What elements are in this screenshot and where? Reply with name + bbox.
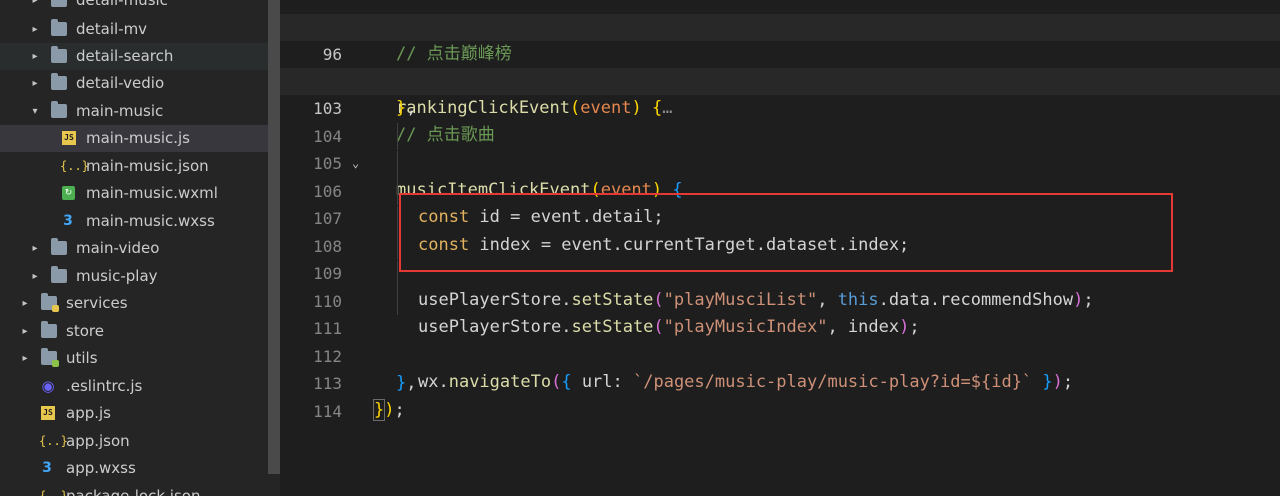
chevron-right-icon: ▸: [22, 298, 28, 309]
chevron-right-icon: ▸: [32, 271, 38, 282]
indent-guide: [397, 123, 398, 150]
json-file-icon: {..}: [39, 434, 68, 448]
chevron-right-icon: ▸: [32, 24, 38, 35]
tree-item-label: app.wxss: [66, 459, 136, 477]
tree-item-label: detail-music: [76, 0, 168, 9]
tree-item-label: music-play: [76, 267, 158, 285]
css-file-icon: 3: [42, 460, 52, 476]
tree-item-label: app.json: [66, 432, 130, 450]
highlight-annotation-box: [399, 193, 1173, 272]
wxml-file-icon: ↻: [62, 186, 75, 200]
tree-item-label: main-video: [76, 239, 160, 257]
json-file-icon: {..}: [39, 489, 68, 496]
tree-item-detail-music[interactable]: ▸ detail-music: [0, 0, 268, 14]
chevron-down-icon: ▾: [32, 106, 38, 117]
services-badge-icon: [52, 305, 59, 312]
tree-item-app-wxss[interactable]: 3 app.wxss: [0, 455, 268, 482]
tree-item-label: main-music.wxml: [86, 184, 218, 202]
css-file-icon: 3: [63, 213, 73, 229]
code-line: 96 › rankingClickEvent(event) {…: [280, 14, 1280, 118]
tree-item-store[interactable]: ▸ store: [0, 318, 268, 345]
punc-token: ;: [394, 400, 405, 420]
tree-item-label: detail-vedio: [76, 74, 165, 92]
indent-guide: [397, 151, 398, 178]
bracket-token: }: [372, 399, 386, 421]
indent-guide: [397, 206, 398, 233]
code-line-current: 103 // 点击歌曲: [280, 68, 1280, 145]
tree-item-label: app.js: [66, 404, 111, 422]
code-line: 114: [280, 371, 1280, 421]
folder-icon: [51, 266, 67, 283]
indent-guide: [397, 233, 398, 260]
bracket-token: ): [384, 400, 395, 420]
tree-item-detail-mv[interactable]: ▸ detail-mv: [0, 16, 268, 43]
code-text: });: [372, 397, 405, 424]
tree-item-utils[interactable]: ▸ utils: [0, 345, 268, 372]
chevron-right-icon: ▸: [22, 326, 28, 337]
file-explorer: ▸ detail-music ▸ detail-mv ▸ detail-sear…: [0, 0, 280, 496]
code-line: 102 },: [280, 41, 1280, 118]
sidebar-scrollbar[interactable]: [268, 0, 280, 474]
utils-folder-icon: [41, 348, 59, 367]
code-line: 95 // 点击巅峰榜: [280, 0, 1280, 64]
tree-item-label: store: [66, 322, 104, 340]
chevron-right-icon: ▸: [32, 78, 38, 89]
tree-item-music-play[interactable]: ▸ music-play: [0, 263, 268, 290]
tree-item-app-json[interactable]: {..} app.json: [0, 428, 268, 455]
indent-guide: [397, 261, 398, 288]
code-line: 111 wx.navigateTo({ url: `/pages/music-p…: [280, 288, 1280, 392]
folder-icon: [51, 238, 67, 255]
tree-item-services[interactable]: ▸ services: [0, 290, 268, 317]
indent-guide: [397, 178, 398, 205]
tree-item-main-music[interactable]: ▾ main-music: [0, 98, 268, 125]
chevron-right-icon: ▸: [32, 0, 38, 6]
indent-guide: [397, 288, 398, 315]
tree-item-label: detail-search: [76, 47, 174, 65]
code-line: 112 },: [280, 316, 1280, 393]
json-file-icon: {..}: [60, 159, 89, 173]
code-line: 104 ⌄ musicItemClickEvent(event) {: [280, 96, 1280, 200]
folder-icon: [51, 73, 67, 90]
folder-icon: [51, 0, 67, 7]
tree-item-label: main-music: [76, 102, 164, 120]
code-line: 105 const id = event.detail;: [280, 123, 1280, 227]
chevron-right-icon: ▸: [32, 51, 38, 62]
tree-item-label: .eslintrc.js: [66, 377, 143, 395]
line-number: 114: [313, 402, 342, 421]
tree-item-main-music-js[interactable]: JS main-music.js: [0, 125, 268, 152]
tree-item-label: main-music.json: [86, 157, 209, 175]
chevron-right-icon: ▸: [22, 353, 28, 364]
code-line: 106 const index = event.currentTarget.da…: [280, 151, 1280, 255]
folder-icon: [51, 46, 67, 63]
tree-item-label: services: [66, 294, 128, 312]
tree-item-main-music-wxss[interactable]: 3 main-music.wxss: [0, 208, 268, 235]
tree-item-detail-search[interactable]: ▸ detail-search: [0, 43, 268, 70]
tree-item-label: package-lock.json: [66, 487, 201, 496]
tree-item-eslintrc[interactable]: ◉ .eslintrc.js: [0, 373, 268, 400]
javascript-file-icon: JS: [62, 131, 76, 145]
chevron-right-icon: ▸: [32, 243, 38, 254]
tree-item-main-music-wxml[interactable]: ↻ main-music.wxml: [0, 180, 268, 207]
tree-item-label: main-music.wxss: [86, 212, 215, 230]
folder-icon: [41, 321, 57, 338]
tree-item-detail-vedio[interactable]: ▸ detail-vedio: [0, 70, 268, 97]
tree-item-main-video[interactable]: ▸ main-video: [0, 235, 268, 262]
tree-item-label: main-music.js: [86, 129, 190, 147]
open-folder-icon: [51, 101, 67, 118]
code-line: 113 });: [280, 343, 1280, 421]
tree-item-package-lock[interactable]: {..} package-lock.json: [0, 483, 268, 496]
tree-item-app-js[interactable]: JS app.js: [0, 400, 268, 427]
javascript-file-icon: JS: [41, 406, 55, 420]
tree-item-main-music-json[interactable]: {..} main-music.json: [0, 153, 268, 180]
utils-badge-icon: [52, 360, 59, 367]
tree-item-label: detail-mv: [76, 20, 148, 38]
eslint-file-icon: ◉: [41, 377, 55, 395]
folder-icon: [51, 19, 67, 36]
tree-item-label: utils: [66, 349, 98, 367]
services-folder-icon: [41, 293, 59, 312]
